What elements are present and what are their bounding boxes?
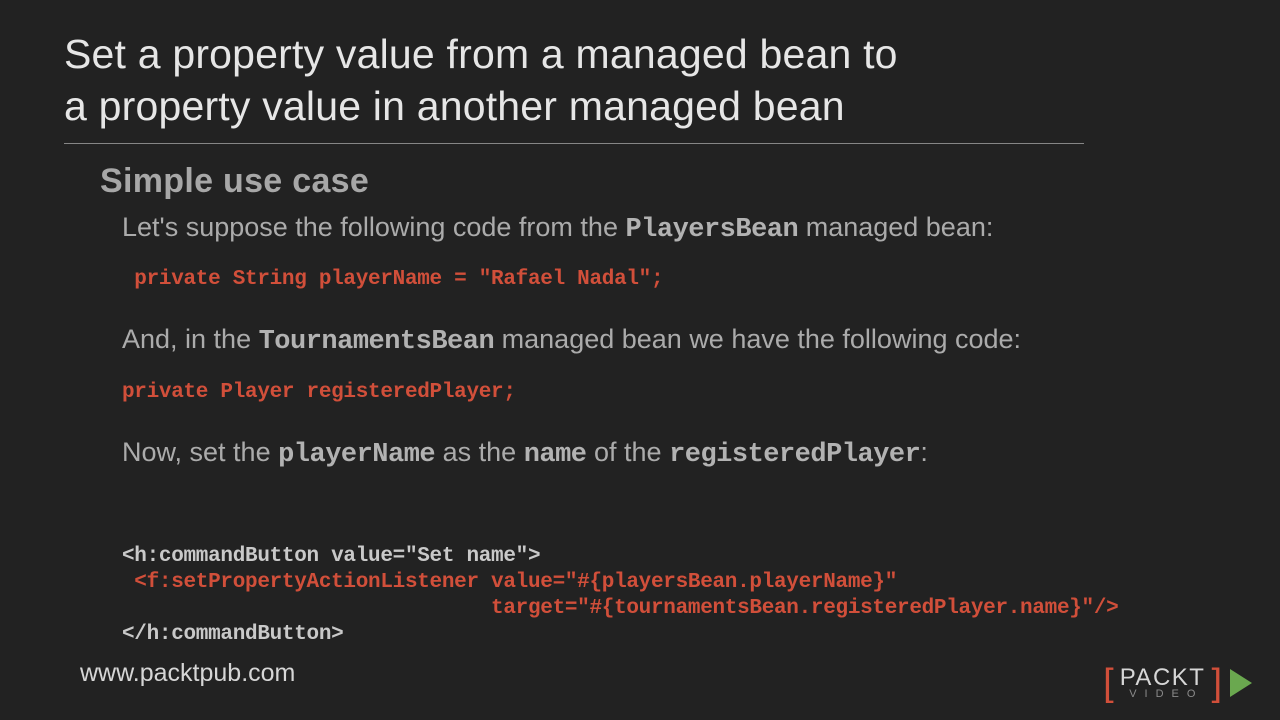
p3-code3: registeredPlayer bbox=[669, 440, 920, 470]
p2-text-b: managed bean we have the following code: bbox=[494, 324, 1021, 354]
p3-text-b: as the bbox=[435, 437, 524, 467]
slide-title: Set a property value from a managed bean… bbox=[64, 28, 1216, 133]
cb-line-4: </h:commandButton> bbox=[122, 623, 343, 646]
bracket-right-icon: ] bbox=[1211, 664, 1222, 702]
p1-code: PlayersBean bbox=[625, 215, 798, 245]
cb-line-3: target="#{tournamentsBean.registeredPlay… bbox=[122, 597, 1118, 620]
slide: Set a property value from a managed bean… bbox=[0, 0, 1280, 675]
p3-text-a: Now, set the bbox=[122, 437, 278, 467]
logo-bottom: VIDEO bbox=[1129, 689, 1203, 699]
title-divider bbox=[64, 143, 1084, 144]
title-line-2: a property value in another managed bean bbox=[64, 83, 845, 129]
cb-line-2: <f:setPropertyActionListener value="#{pl… bbox=[122, 571, 897, 594]
p3-text-d: : bbox=[920, 437, 928, 467]
footer-url: www.packtpub.com bbox=[80, 659, 295, 688]
title-line-1: Set a property value from a managed bean… bbox=[64, 31, 898, 77]
content-section: Simple use case Let's suppose the follow… bbox=[100, 162, 1216, 675]
p2-text-a: And, in the bbox=[122, 324, 259, 354]
section-heading: Simple use case bbox=[100, 162, 1216, 201]
brand-logo: [ PACKT VIDEO ] bbox=[1103, 664, 1252, 702]
p3-code1: playerName bbox=[278, 440, 435, 470]
code-snippet-2: private Player registeredPlayer; bbox=[122, 381, 1216, 404]
paragraph-2: And, in the TournamentsBean managed bean… bbox=[122, 321, 1216, 360]
logo-text: PACKT VIDEO bbox=[1120, 667, 1206, 699]
code-snippet-1: private String playerName = "Rafael Nada… bbox=[122, 268, 1216, 291]
code-block-xml: <h:commandButton value="Set name"> <f:se… bbox=[122, 517, 1216, 675]
p2-code: TournamentsBean bbox=[259, 327, 495, 357]
play-icon bbox=[1230, 669, 1252, 697]
p3-code2: name bbox=[524, 440, 587, 470]
paragraph-1: Let's suppose the following code from th… bbox=[122, 209, 1216, 248]
p1-text-a: Let's suppose the following code from th… bbox=[122, 212, 625, 242]
logo-top: PACKT bbox=[1120, 667, 1206, 689]
bracket-left-icon: [ bbox=[1103, 664, 1114, 702]
cb-line-1: <h:commandButton value="Set name"> bbox=[122, 545, 540, 568]
p1-text-b: managed bean: bbox=[798, 212, 993, 242]
p3-text-c: of the bbox=[587, 437, 670, 467]
paragraph-3: Now, set the playerName as the name of t… bbox=[122, 434, 1216, 473]
